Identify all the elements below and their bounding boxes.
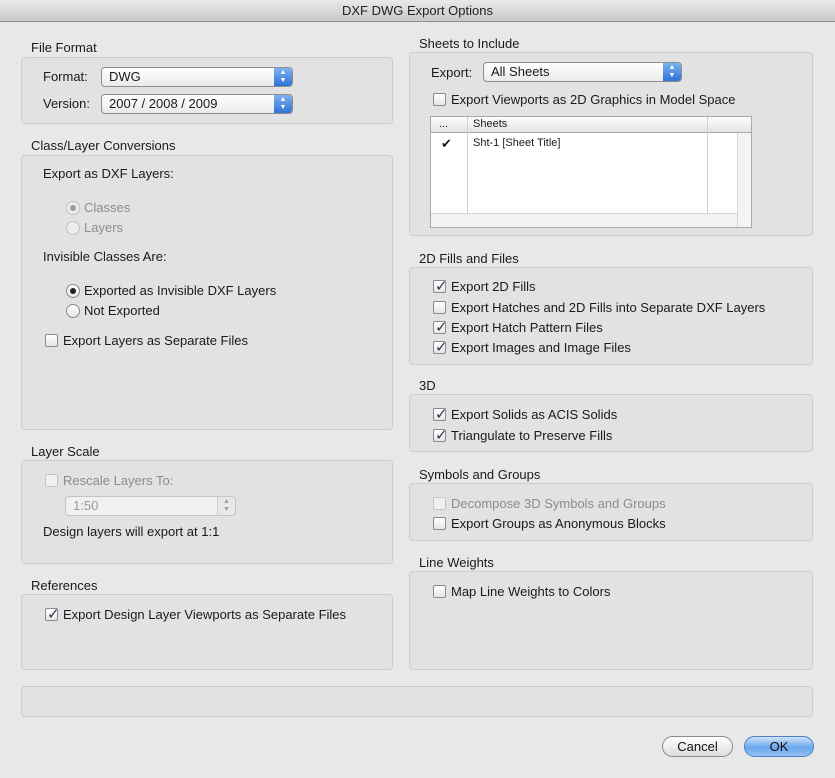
format-select[interactable]: DWG ▲ ▼: [101, 67, 293, 87]
export-solids-label: Export Solids as ACIS Solids: [451, 407, 618, 422]
triangulate-label: Triangulate to Preserve Fills: [451, 428, 613, 443]
three-d-group: [409, 394, 813, 452]
export-layers-separate-label: Export Layers as Separate Files: [63, 333, 248, 348]
rescale-layers-label: Rescale Layers To:: [63, 473, 174, 488]
three-d-title: 3D: [419, 378, 436, 393]
sheets-export-select-value: All Sheets: [491, 64, 550, 79]
sheets-column-header[interactable]: Sheets: [473, 118, 507, 130]
file-format-title: File Format: [31, 40, 97, 55]
export-viewports-2d-label: Export Viewports as 2D Graphics in Model…: [451, 92, 736, 107]
export-images-label: Export Images and Image Files: [451, 340, 631, 355]
not-exported-label: Not Exported: [84, 303, 160, 318]
export-hatches-label: Export Hatches and 2D Fills into Separat…: [451, 300, 766, 315]
layer-scale-title: Layer Scale: [31, 444, 100, 459]
select-arrows-icon: ▲ ▼: [274, 68, 292, 86]
symbols-groups-group: [409, 483, 813, 541]
export-viewports-separate-checkbox[interactable]: [45, 605, 60, 623]
line-weights-title: Line Weights: [419, 555, 494, 570]
export-viewports-separate-label: Export Design Layer Viewports as Separat…: [63, 607, 347, 622]
anonymous-blocks-label: Export Groups as Anonymous Blocks: [451, 516, 666, 531]
export-2d-fills-checkbox[interactable]: [433, 277, 448, 295]
export-hatch-pattern-label: Export Hatch Pattern Files: [451, 320, 603, 335]
anonymous-blocks-checkbox[interactable]: [433, 517, 446, 530]
column-separator: [467, 117, 468, 213]
export-viewports-2d-checkbox[interactable]: [433, 93, 446, 106]
window-title-bar: DXF DWG Export Options: [0, 0, 835, 22]
sheets-export-select[interactable]: All Sheets ▲ ▼: [483, 62, 682, 82]
format-select-value: DWG: [109, 69, 141, 84]
exported-invisible-radio[interactable]: [66, 284, 80, 298]
sheets-table-header: ... Sheets: [431, 117, 751, 133]
export-2d-fills-label: Export 2D Fills: [451, 279, 536, 294]
column-separator: [707, 117, 708, 213]
export-images-checkbox[interactable]: [433, 338, 448, 356]
sheets-table[interactable]: ... Sheets ✔ Sht-1 [Sheet Title]: [430, 116, 752, 228]
scale-select[interactable]: 1:50 ▲ ▼: [65, 496, 236, 516]
version-select-value: 2007 / 2008 / 2009: [109, 96, 218, 111]
classes-radio[interactable]: [66, 201, 80, 215]
export-hatch-pattern-checkbox[interactable]: [433, 318, 448, 336]
decompose-symbols-label: Decompose 3D Symbols and Groups: [451, 496, 666, 511]
sheets-export-label: Export:: [431, 65, 473, 80]
map-line-weights-checkbox[interactable]: [433, 585, 446, 598]
stepper-arrows-icon: ▲ ▼: [217, 497, 235, 515]
select-arrows-icon: ▲ ▼: [663, 63, 681, 81]
version-select[interactable]: 2007 / 2008 / 2009 ▲ ▼: [101, 94, 293, 114]
decompose-symbols-checkbox[interactable]: [433, 497, 446, 510]
horizontal-scrollbar[interactable]: [431, 213, 737, 227]
layers-radio-label: Layers: [84, 220, 124, 235]
sheets-title: Sheets to Include: [419, 36, 520, 51]
scale-select-value: 1:50: [73, 498, 99, 513]
vertical-scrollbar[interactable]: [737, 133, 751, 227]
layers-radio[interactable]: [66, 221, 80, 235]
exported-invisible-label: Exported as Invisible DXF Layers: [84, 283, 277, 298]
export-hatches-checkbox[interactable]: [433, 301, 446, 314]
class-layer-title: Class/Layer Conversions: [31, 138, 176, 153]
symbols-groups-title: Symbols and Groups: [419, 467, 541, 482]
row-sheet-name: Sht-1 [Sheet Title]: [473, 137, 561, 149]
references-group: [21, 594, 393, 670]
export-as-dxf-layers-label: Export as DXF Layers:: [43, 166, 174, 181]
table-row[interactable]: ✔ Sht-1 [Sheet Title]: [431, 134, 737, 152]
rescale-layers-checkbox[interactable]: [45, 474, 58, 487]
map-line-weights-label: Map Line Weights to Colors: [451, 584, 611, 599]
cancel-button[interactable]: Cancel: [662, 736, 733, 757]
export-solids-checkbox[interactable]: [433, 405, 448, 423]
design-layers-note: Design layers will export at 1:1: [43, 524, 220, 539]
version-label: Version:: [43, 96, 90, 111]
select-arrows-icon: ▲ ▼: [274, 95, 292, 113]
window-title: DXF DWG Export Options: [342, 3, 493, 18]
invisible-classes-label: Invisible Classes Are:: [43, 249, 167, 264]
row-check-icon: ✔: [441, 136, 452, 151]
ok-button[interactable]: OK: [744, 736, 814, 757]
references-title: References: [31, 578, 98, 593]
status-area: [21, 686, 813, 717]
triangulate-checkbox[interactable]: [433, 426, 448, 444]
export-layers-separate-checkbox[interactable]: [45, 334, 58, 347]
not-exported-radio[interactable]: [66, 304, 80, 318]
format-label: Format:: [43, 69, 88, 84]
fills-files-title: 2D Fills and Files: [419, 251, 519, 266]
classes-radio-label: Classes: [84, 200, 131, 215]
check-column-header[interactable]: ...: [439, 118, 448, 130]
